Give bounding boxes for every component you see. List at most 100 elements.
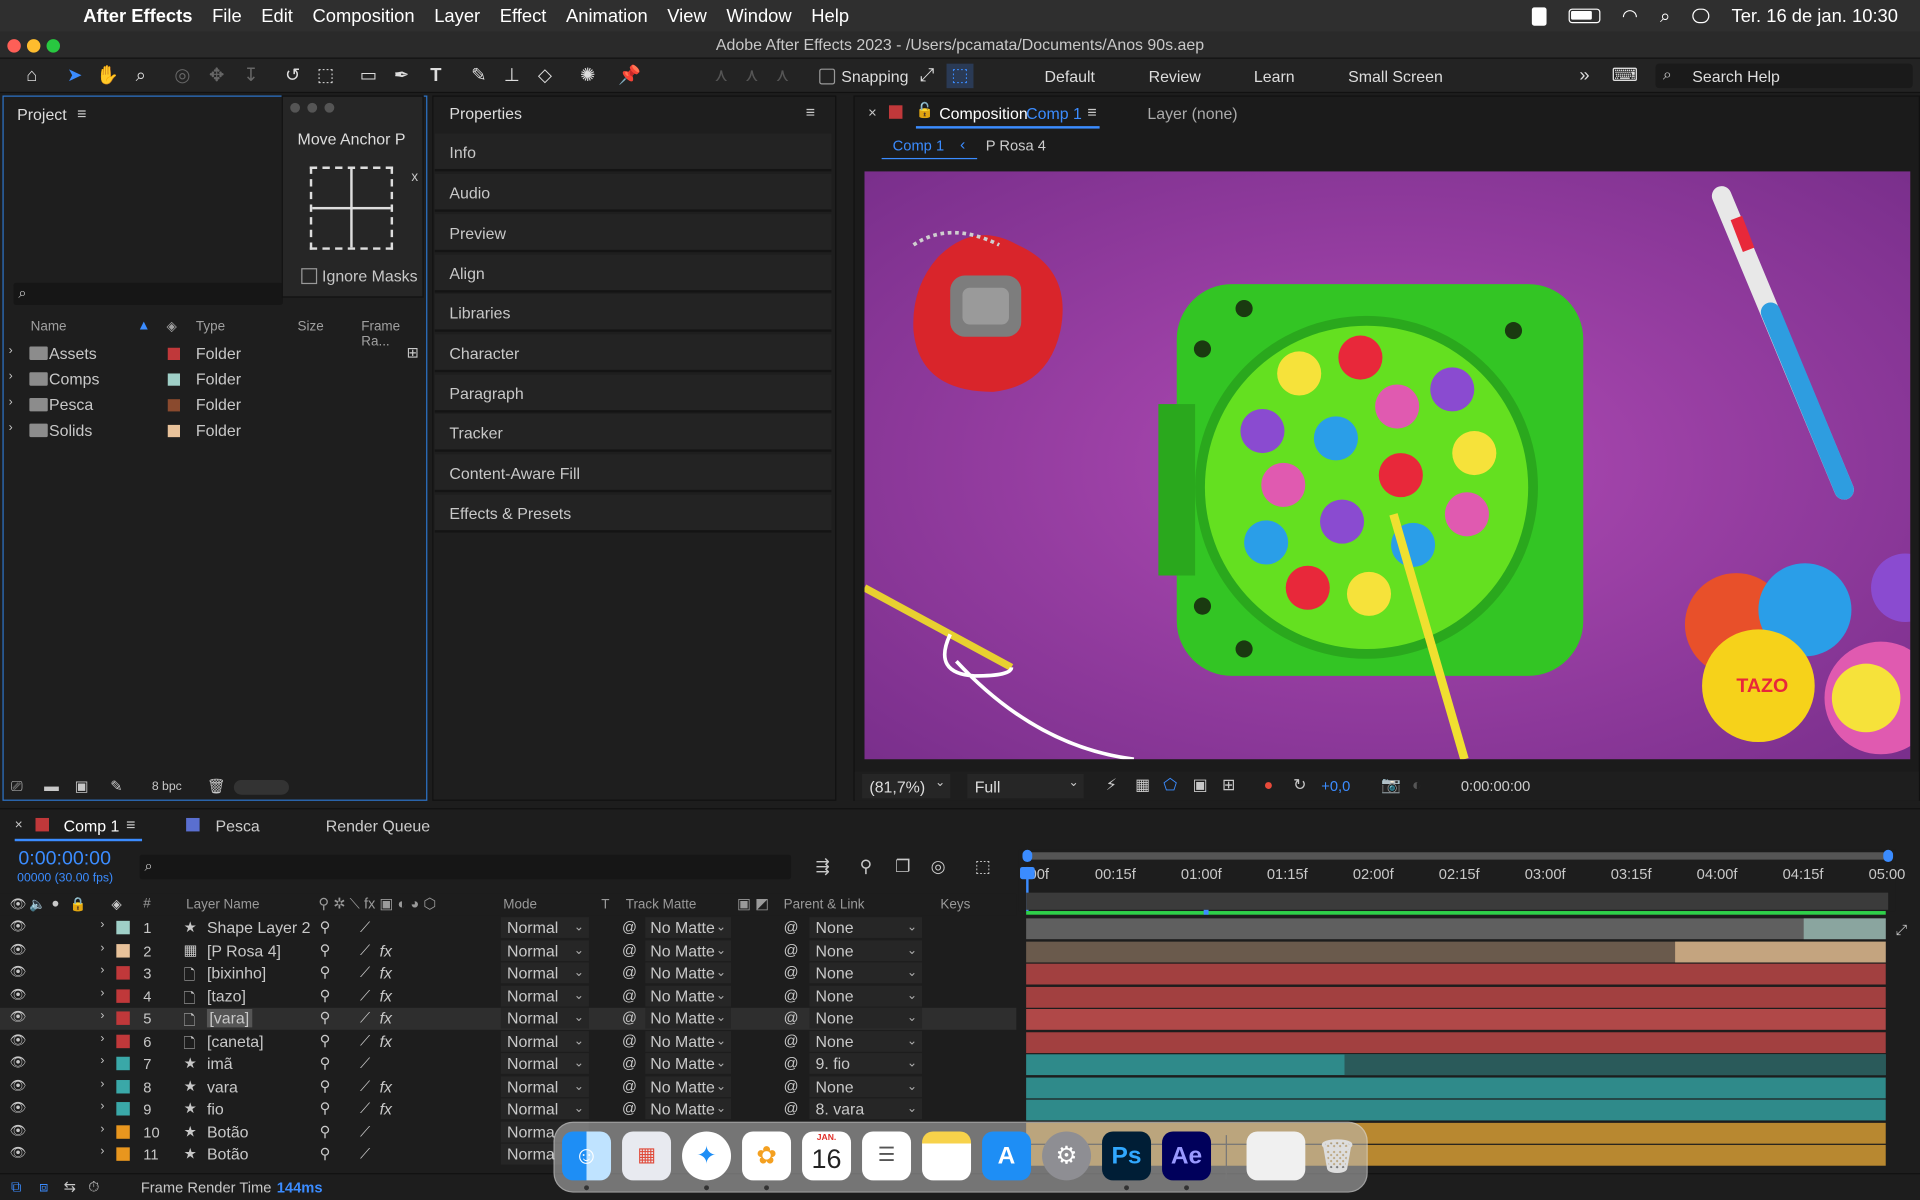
safari-icon[interactable]: ✦ xyxy=(682,1131,732,1181)
visibility-eye-icon[interactable]: 👁 xyxy=(10,1101,27,1114)
parent-dropdown[interactable]: None ⌄ xyxy=(809,962,923,984)
parent-dropdown[interactable]: None ⌄ xyxy=(809,939,923,961)
col-t[interactable]: T xyxy=(601,898,609,913)
layer-name[interactable]: fio xyxy=(207,1100,224,1118)
axis-local-icon[interactable]: ⋏ xyxy=(708,64,735,88)
composition-viewer[interactable]: TAZO xyxy=(864,171,1911,760)
blend-mode-dropdown[interactable]: Normal ⌄ xyxy=(500,1098,589,1120)
wifi-icon[interactable]: ◠ xyxy=(1622,5,1638,27)
blend-mode-dropdown[interactable]: Normal ⌄ xyxy=(500,1075,589,1097)
expand-arrow-icon[interactable]: › xyxy=(100,1032,104,1045)
layer-switches-icon[interactable]: ⧉ xyxy=(11,1178,22,1196)
timeline-tab-close-icon[interactable]: × xyxy=(15,818,23,833)
project-folder-solids[interactable]: › Solids Folder xyxy=(4,419,403,445)
layer-name[interactable]: [vara] xyxy=(206,1008,252,1028)
blend-mode-dropdown[interactable]: Normal ⌄ xyxy=(500,985,589,1006)
panel-audio[interactable]: Audio xyxy=(434,173,832,212)
label-color-swatch[interactable] xyxy=(167,373,181,386)
layer-label-color[interactable] xyxy=(116,1056,130,1071)
bpc-button[interactable]: 8 bpc xyxy=(152,780,182,793)
track-matte-dropdown[interactable]: No Matte ⌄ xyxy=(645,917,732,938)
launchpad-icon[interactable]: ▦ xyxy=(622,1131,672,1181)
pen-tool-icon[interactable]: ✒ xyxy=(388,64,415,88)
flowchart-icon[interactable]: ⊞ xyxy=(407,344,419,361)
type-tool-icon[interactable]: T xyxy=(422,64,449,88)
render-time-icon[interactable]: ⏱ xyxy=(88,1178,99,1196)
blend-mode-dropdown[interactable]: Normal ⌄ xyxy=(500,939,589,961)
composition-tab-name[interactable]: Comp 1 xyxy=(1026,104,1082,122)
app-store-icon[interactable]: A xyxy=(982,1131,1032,1181)
switches-header-icons[interactable]: ⚲ ✲ ⟍ fx ▣ ◐ ◕ ⬡ xyxy=(318,895,436,913)
expand-arrow-icon[interactable]: › xyxy=(9,370,13,383)
channels-icon[interactable]: ● xyxy=(1264,775,1274,793)
parent-dropdown[interactable]: None ⌄ xyxy=(809,1007,923,1029)
workspace-review[interactable]: Review xyxy=(1149,67,1201,85)
layer-row[interactable]: 👁 › 6 🗋 [caneta] ⚲ ⟋ fx Normal ⌄ No Matte… xyxy=(0,1030,1016,1052)
matte-link-icon[interactable]: @ xyxy=(622,918,637,935)
menu-animation[interactable]: Animation xyxy=(556,6,657,27)
shy-switch-icon[interactable]: ⚲ xyxy=(320,918,331,935)
dolly-camera-icon[interactable]: ↧ xyxy=(238,64,265,88)
layer-duration-bar[interactable] xyxy=(1026,1076,1886,1098)
workspace-menu-icon[interactable]: ⌨ xyxy=(1611,64,1639,88)
frame-blending-icon[interactable]: ❐ xyxy=(895,856,910,877)
lock-toggle-icon[interactable]: 🔒 xyxy=(70,896,87,913)
layer-name[interactable]: Botão xyxy=(207,1145,249,1163)
blend-mode-dropdown[interactable]: Normal ⌄ xyxy=(500,962,589,984)
system-settings-icon[interactable]: ⚙ xyxy=(1042,1131,1092,1181)
spotlight-search-icon[interactable]: ⌕ xyxy=(1660,6,1670,27)
layer-name[interactable]: [bixinho] xyxy=(207,964,266,982)
lock-icon[interactable]: 🔓 xyxy=(916,102,934,119)
shy-switch-icon[interactable]: ⚲ xyxy=(320,964,331,981)
control-center-icon[interactable] xyxy=(1692,8,1710,24)
in-out-icon[interactable]: ⇆ xyxy=(64,1178,76,1195)
playhead-handle[interactable] xyxy=(1020,866,1035,880)
layer-row[interactable]: 👁 › 3 🗋 [bixinho] ⚲ ⟋ fx Normal ⌄ No Matt… xyxy=(0,962,1016,984)
notes-icon[interactable] xyxy=(922,1131,972,1181)
label-color-swatch[interactable] xyxy=(167,347,181,361)
visibility-eye-icon[interactable]: 👁 xyxy=(10,1011,27,1024)
visibility-eye-icon[interactable]: 👁 xyxy=(10,988,27,1001)
draft-3d-icon[interactable]: ⚲ xyxy=(860,856,873,877)
menu-composition[interactable]: Composition xyxy=(303,6,425,27)
shy-switch-icon[interactable]: ⚲ xyxy=(320,1122,331,1139)
solo-toggle-icon[interactable]: ● xyxy=(51,896,59,911)
work-area-bar[interactable] xyxy=(1026,852,1889,860)
new-folder-icon[interactable]: ▬ xyxy=(44,778,59,795)
visibility-eye-icon[interactable]: 👁 xyxy=(10,1033,27,1046)
parent-dropdown[interactable]: 8. vara ⌄ xyxy=(809,1098,923,1120)
work-area-start-handle[interactable] xyxy=(1022,849,1033,863)
layer-label-color[interactable] xyxy=(116,1147,130,1161)
menu-app[interactable]: After Effects xyxy=(73,6,202,27)
visibility-eye-icon[interactable]: 👁 xyxy=(10,1056,27,1069)
col-parent-link[interactable]: Parent & Link xyxy=(784,898,865,913)
expand-arrow-icon[interactable]: › xyxy=(9,344,13,357)
axis-world-icon[interactable]: ⋏ xyxy=(738,64,765,88)
col-mode[interactable]: Mode xyxy=(503,898,537,913)
interpret-footage-icon[interactable]: ⎚ xyxy=(11,778,23,796)
menu-window[interactable]: Window xyxy=(717,6,802,27)
parent-pickwhip-icon[interactable]: @ xyxy=(784,1009,799,1026)
snap-features-icon[interactable]: ⬚ xyxy=(946,63,974,89)
track-matte-dropdown[interactable]: No Matte ⌄ xyxy=(645,962,732,984)
preview-document-icon[interactable] xyxy=(1246,1131,1306,1181)
layer-duration-bar[interactable] xyxy=(1026,941,1886,962)
breadcrumb-prosa4[interactable]: P Rosa 4 xyxy=(986,137,1046,154)
shy-switch-icon[interactable]: ⚲ xyxy=(320,1077,331,1094)
panel-min-dot[interactable] xyxy=(307,102,318,113)
matte-link-icon[interactable]: @ xyxy=(622,1054,637,1071)
blend-mode-dropdown[interactable]: Normal ⌄ xyxy=(500,1053,589,1074)
menu-layer[interactable]: Layer xyxy=(424,6,490,27)
matte-link-icon[interactable]: @ xyxy=(622,1077,637,1094)
properties-menu-icon[interactable]: ≡ xyxy=(806,103,815,121)
parent-pickwhip-icon[interactable]: @ xyxy=(784,964,799,981)
pan-camera-icon[interactable]: ✥ xyxy=(203,64,230,88)
photoshop-icon[interactable]: Ps xyxy=(1102,1131,1152,1181)
exposure-value[interactable]: +0,0 xyxy=(1321,778,1350,795)
track-matte-dropdown[interactable]: No Matte ⌄ xyxy=(645,1075,732,1097)
brush-tool-icon[interactable]: ✎ xyxy=(465,64,492,88)
hand-tool-icon[interactable]: ✋ xyxy=(94,64,121,88)
motion-blur-icon[interactable]: ◎ xyxy=(931,856,946,877)
shy-switch-icon[interactable]: ⚲ xyxy=(320,1032,331,1049)
timeline-tab-pesca[interactable]: Pesca xyxy=(216,817,260,835)
